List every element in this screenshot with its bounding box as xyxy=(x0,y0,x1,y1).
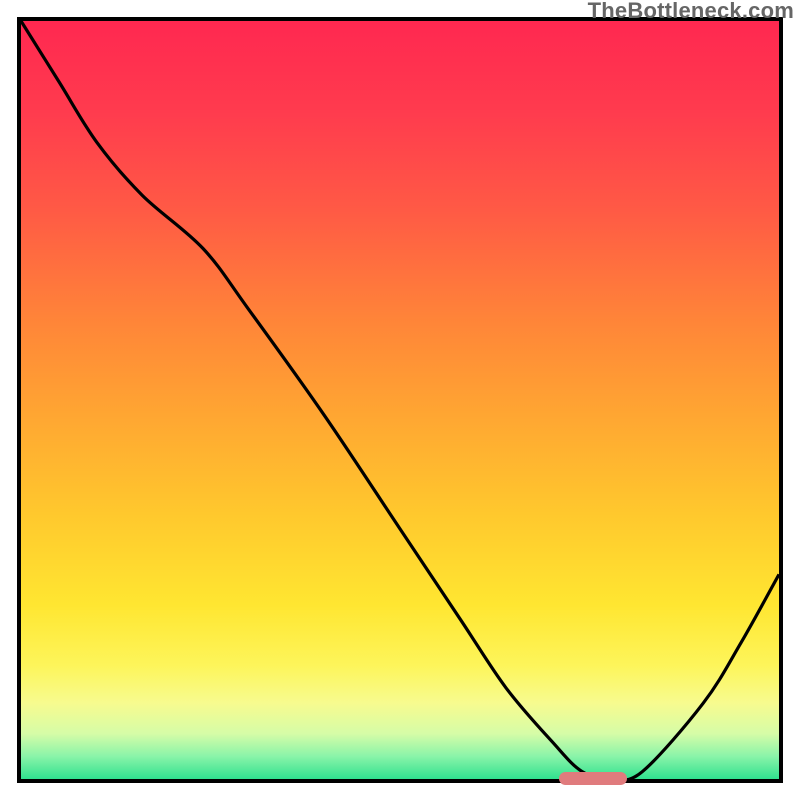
chart-frame xyxy=(17,17,783,783)
bottleneck-curve xyxy=(21,21,779,779)
watermark-text: TheBottleneck.com xyxy=(588,0,794,24)
dip-bar xyxy=(559,772,627,785)
